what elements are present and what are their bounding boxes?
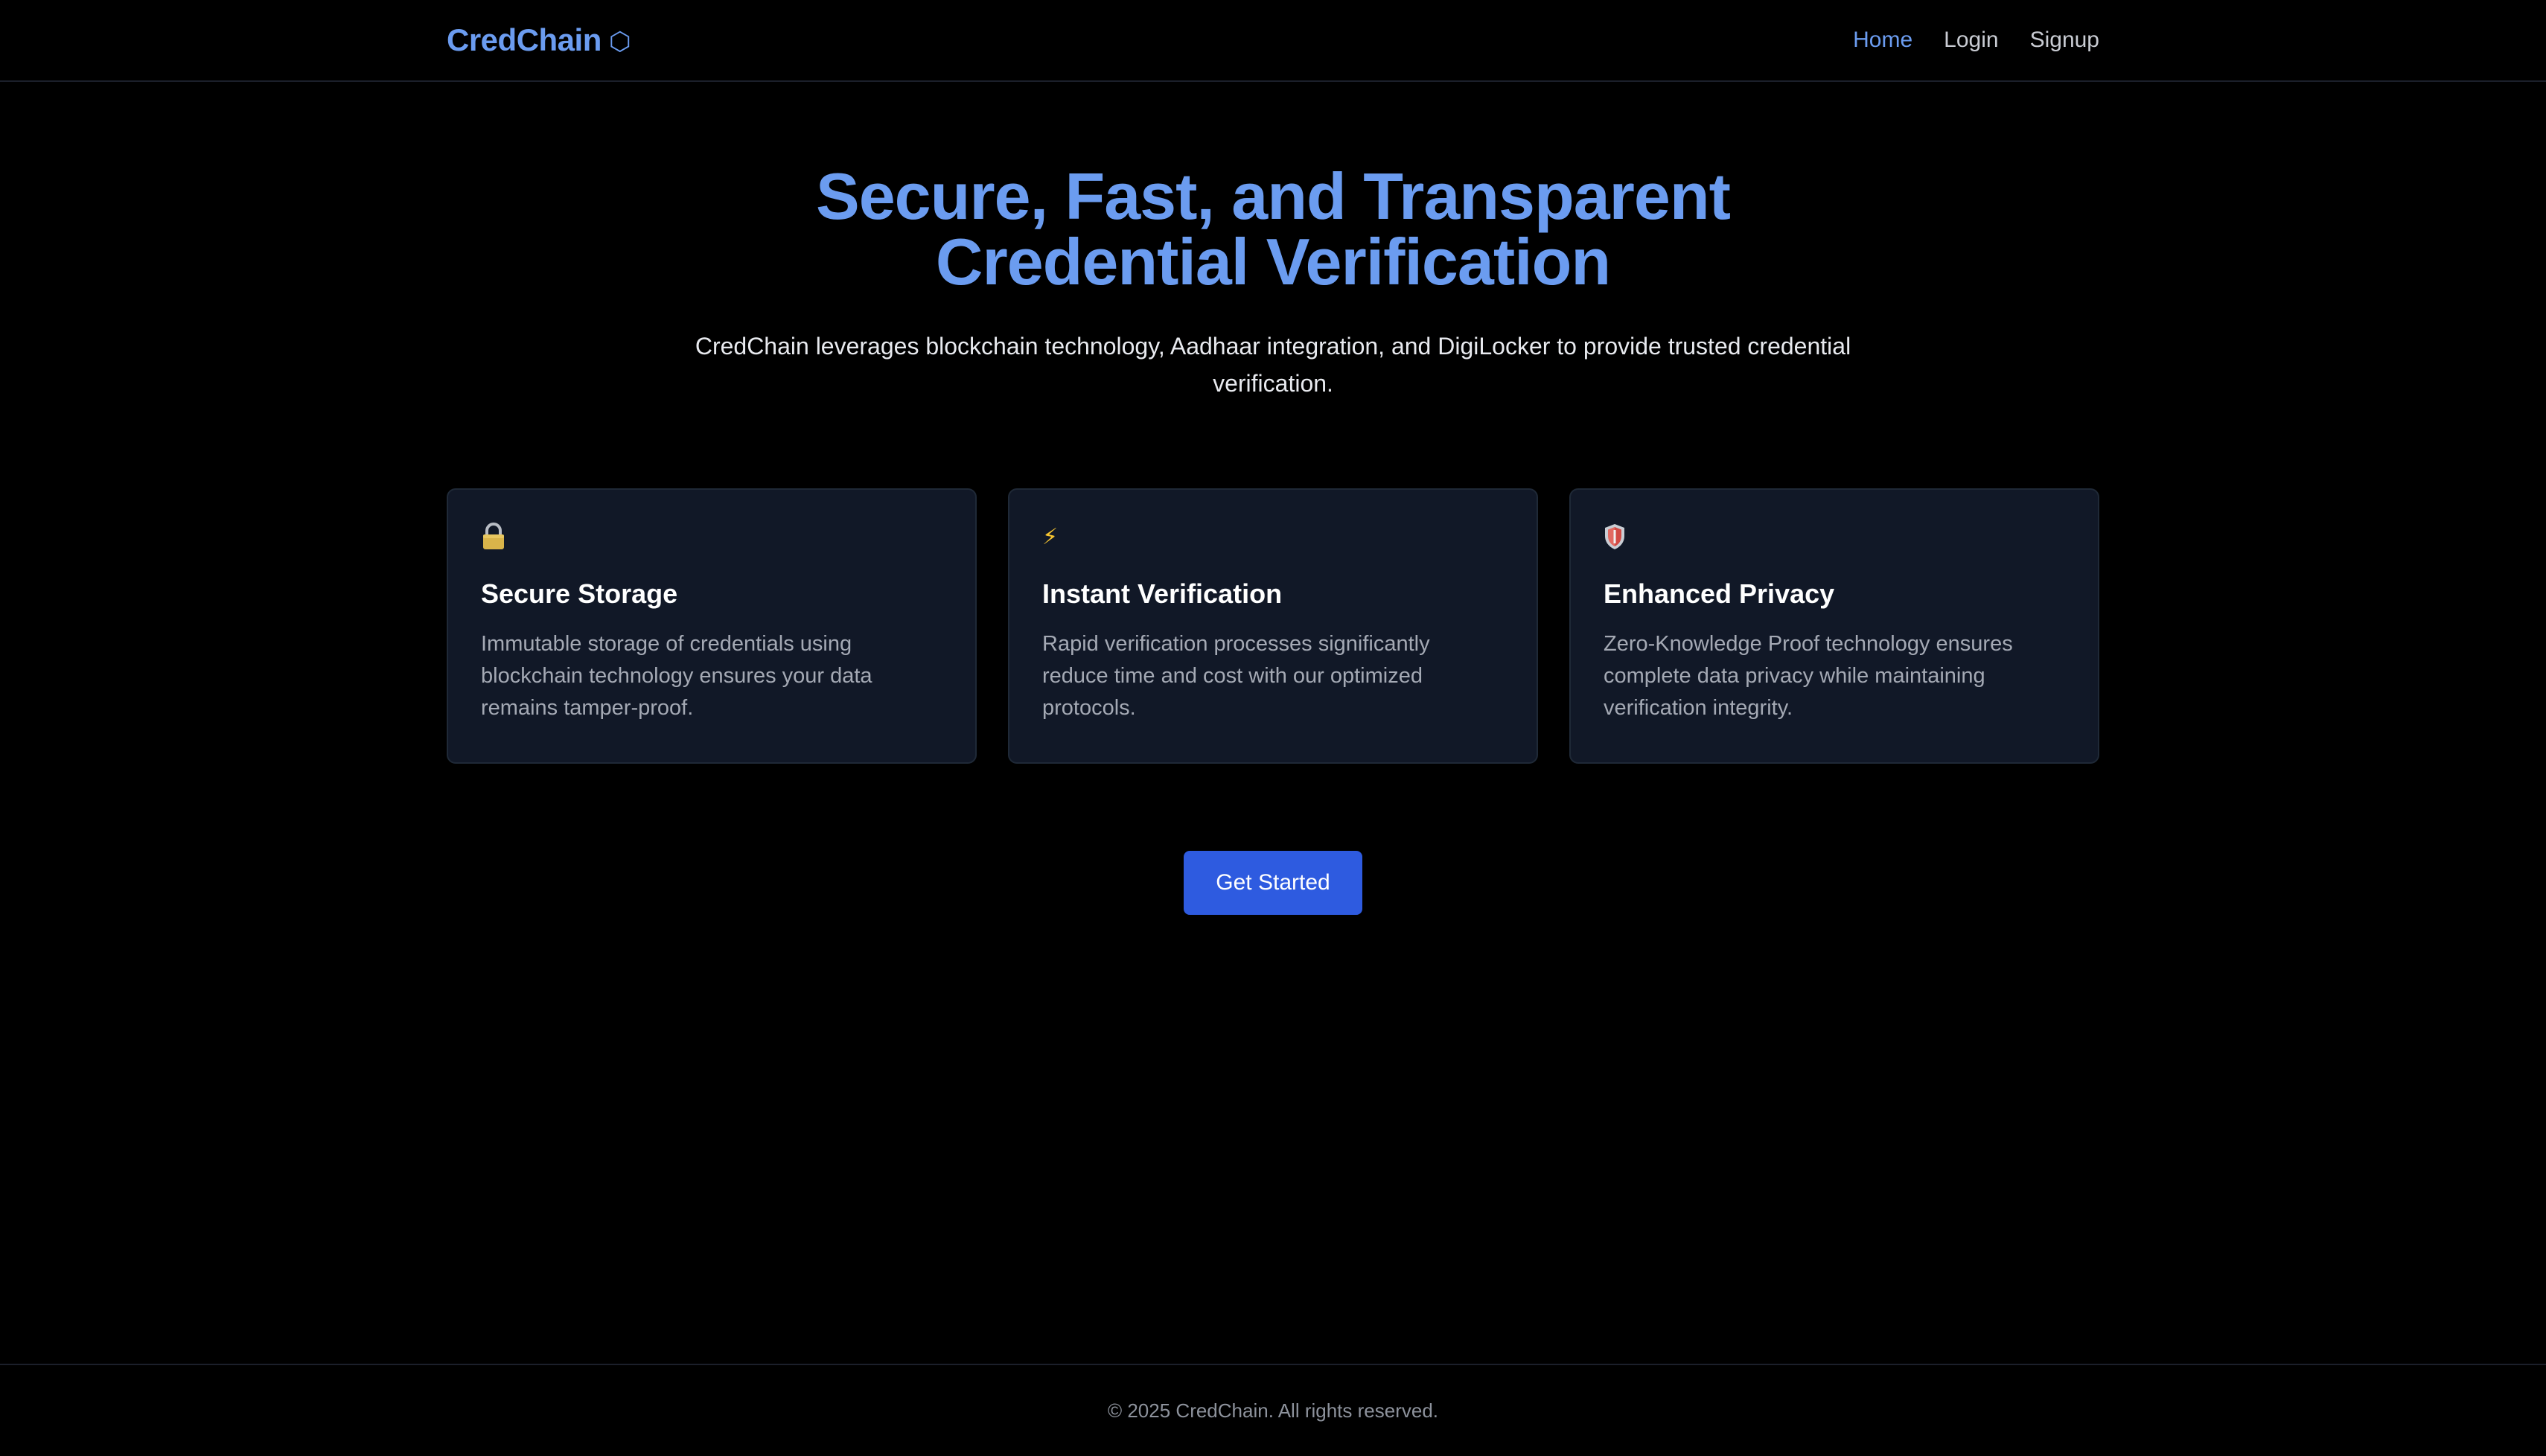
lightning-icon: ⚡ [1042,525,1059,549]
hero-subtitle: CredChain leverages blockchain technolog… [695,333,1851,397]
feature-card-secure-storage: Secure Storage Immutable storage of cred… [447,488,977,764]
feature-card-instant-verification: ⚡ Instant Verification Rapid verificatio… [1008,488,1538,764]
feature-description: Rapid verification processes significant… [1042,632,1430,720]
brand-logo[interactable]: CredChain ⬡ [447,18,631,63]
feature-card-enhanced-privacy: Enhanced Privacy Zero-Knowledge Proof te… [1569,488,2099,764]
nav-signup-link[interactable]: Signup [2030,28,2099,53]
feature-description: Zero-Knowledge Proof technology ensures … [1604,632,2013,720]
feature-title: Secure Storage [481,578,678,609]
navbar: CredChain ⬡ Home Login Signup [0,0,2546,82]
hero-title: Secure, Fast, and Transparent Credential… [0,164,2546,295]
lock-icon [481,523,942,552]
footer-copyright: © 2025 CredChain. All rights reserved. [1107,1399,1439,1422]
get-started-button[interactable]: Get Started [1184,851,1362,915]
hexagon-icon: ⬡ [608,28,631,56]
shield-icon [1604,523,2065,552]
footer: © 2025 CredChain. All rights reserved. [0,1364,2546,1456]
nav-links: Home Login Signup [1853,18,2099,63]
feature-title: Instant Verification [1042,578,1283,609]
brand-name: CredChain [447,22,602,57]
feature-title: Enhanced Privacy [1604,578,1835,609]
hero-title-line-2: Credential Verification [935,225,1611,298]
feature-description: Immutable storage of credentials using b… [481,632,872,720]
nav-login-link[interactable]: Login [1944,28,1998,53]
nav-home-link[interactable]: Home [1853,28,1912,53]
feature-cards: Secure Storage Immutable storage of cred… [447,488,2099,764]
hero-title-line-1: Secure, Fast, and Transparent [816,159,1731,233]
